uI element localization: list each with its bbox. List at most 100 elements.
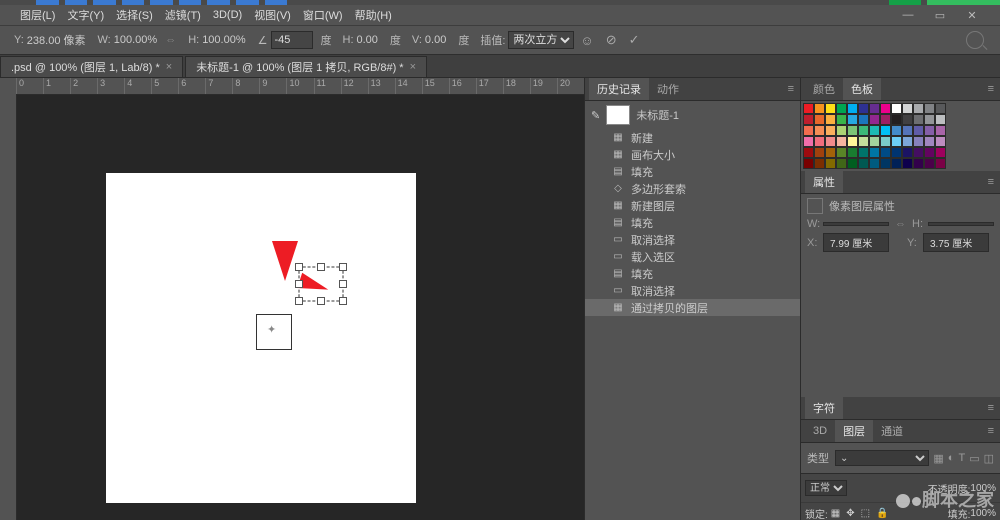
- swatch[interactable]: [924, 114, 935, 125]
- swatch[interactable]: [858, 114, 869, 125]
- tab-character[interactable]: 字符: [805, 397, 843, 419]
- swatch[interactable]: [847, 147, 858, 158]
- menu-window[interactable]: 窗口(W): [303, 7, 343, 23]
- swatch[interactable]: [847, 136, 858, 147]
- swatch[interactable]: [869, 103, 880, 114]
- window-close-icon[interactable]: ✕: [962, 9, 982, 22]
- swatch[interactable]: [891, 114, 902, 125]
- fill-value[interactable]: 100%: [970, 508, 996, 519]
- swatch[interactable]: [836, 103, 847, 114]
- swatch[interactable]: [869, 114, 880, 125]
- swatch[interactable]: [858, 103, 869, 114]
- history-step[interactable]: ▤填充: [585, 214, 800, 231]
- swatch[interactable]: [902, 103, 913, 114]
- history-step[interactable]: ▤填充: [585, 265, 800, 282]
- swatch[interactable]: [803, 158, 814, 169]
- window-restore-icon[interactable]: ▭: [930, 9, 950, 22]
- tab-swatches[interactable]: 色板: [843, 78, 881, 100]
- filter-type-icon[interactable]: T: [958, 452, 965, 464]
- swatch[interactable]: [847, 125, 858, 136]
- swatch[interactable]: [858, 125, 869, 136]
- menu-layer[interactable]: 图层(L): [20, 7, 55, 23]
- link-icon[interactable]: ⇔: [165, 34, 176, 46]
- link-icon[interactable]: ⇔: [895, 218, 906, 230]
- layer-filter-select[interactable]: ⌄: [835, 450, 929, 466]
- swatch[interactable]: [891, 103, 902, 114]
- filter-shape-icon[interactable]: ▭: [969, 452, 979, 465]
- swatch[interactable]: [902, 147, 913, 158]
- swatch[interactable]: [913, 158, 924, 169]
- history-step[interactable]: ▦画布大小: [585, 146, 800, 163]
- prop-x-value[interactable]: 7.99 厘米: [823, 233, 889, 252]
- tab-properties[interactable]: 属性: [805, 171, 843, 193]
- opt-w-value[interactable]: 100.00%: [114, 34, 157, 46]
- swatch[interactable]: [935, 136, 946, 147]
- history-step[interactable]: ▦新建: [585, 129, 800, 146]
- lock-all-icon[interactable]: 🔒: [876, 508, 888, 519]
- swatch[interactable]: [924, 125, 935, 136]
- history-step[interactable]: ▭取消选择: [585, 282, 800, 299]
- swatch[interactable]: [880, 114, 891, 125]
- history-step[interactable]: ▤填充: [585, 163, 800, 180]
- menu-view[interactable]: 视图(V): [254, 7, 291, 23]
- swatch[interactable]: [913, 125, 924, 136]
- swatch[interactable]: [935, 103, 946, 114]
- swatch[interactable]: [913, 103, 924, 114]
- close-icon[interactable]: ×: [410, 61, 416, 73]
- swatch[interactable]: [814, 158, 825, 169]
- swatch[interactable]: [913, 114, 924, 125]
- filter-pixel-icon[interactable]: ▦: [933, 452, 943, 465]
- menu-type[interactable]: 文字(Y): [67, 7, 104, 23]
- history-step[interactable]: ◇多边形套索: [585, 180, 800, 197]
- swatch[interactable]: [913, 147, 924, 158]
- document-canvas[interactable]: [106, 173, 416, 503]
- transform-handle[interactable]: [317, 263, 325, 271]
- swatch[interactable]: [935, 114, 946, 125]
- transform-bounding-box[interactable]: [298, 266, 344, 302]
- swatch[interactable]: [902, 114, 913, 125]
- transform-handle[interactable]: [317, 297, 325, 305]
- transform-handle[interactable]: [339, 263, 347, 271]
- swatch[interactable]: [891, 147, 902, 158]
- swatch[interactable]: [880, 158, 891, 169]
- lock-position-icon[interactable]: ✥: [846, 508, 854, 519]
- swatch[interactable]: [935, 147, 946, 158]
- swatch[interactable]: [847, 114, 858, 125]
- swatch[interactable]: [924, 147, 935, 158]
- swatch[interactable]: [880, 103, 891, 114]
- opt-y-value[interactable]: 238.00 像素: [27, 32, 86, 48]
- swatch[interactable]: [825, 136, 836, 147]
- window-minimize-icon[interactable]: —: [898, 9, 918, 21]
- freetransform-icon[interactable]: ☺: [580, 33, 593, 48]
- lock-pixels-icon[interactable]: ▦: [831, 508, 840, 519]
- swatch[interactable]: [847, 103, 858, 114]
- swatch[interactable]: [825, 114, 836, 125]
- transform-handle[interactable]: [295, 263, 303, 271]
- tab-actions[interactable]: 动作: [649, 78, 687, 100]
- red-triangle-shape[interactable]: [272, 241, 298, 281]
- swatch[interactable]: [825, 147, 836, 158]
- swatch[interactable]: [847, 158, 858, 169]
- menu-select[interactable]: 选择(S): [116, 7, 153, 23]
- swatch[interactable]: [880, 125, 891, 136]
- history-step[interactable]: ▦新建图层: [585, 197, 800, 214]
- swatch[interactable]: [814, 147, 825, 158]
- swatch[interactable]: [825, 125, 836, 136]
- transform-handle[interactable]: [339, 280, 347, 288]
- cancel-transform-button[interactable]: ⊘: [606, 32, 617, 48]
- tab-layers[interactable]: 图层: [835, 420, 873, 442]
- swatch[interactable]: [803, 147, 814, 158]
- swatch[interactable]: [814, 114, 825, 125]
- tab-color[interactable]: 颜色: [805, 78, 843, 100]
- swatch[interactable]: [869, 158, 880, 169]
- swatch[interactable]: [869, 125, 880, 136]
- history-step[interactable]: ▦通过拷贝的图层: [585, 299, 800, 316]
- opt-hskew-value[interactable]: 0.00: [357, 34, 378, 46]
- menu-help[interactable]: 帮助(H): [355, 7, 392, 23]
- swatch[interactable]: [803, 103, 814, 114]
- swatch[interactable]: [902, 158, 913, 169]
- swatch[interactable]: [902, 136, 913, 147]
- canvas-area[interactable]: 01234567891011121314151617181920: [0, 78, 584, 520]
- panel-menu-icon[interactable]: ≡: [982, 402, 1000, 414]
- swatch[interactable]: [858, 147, 869, 158]
